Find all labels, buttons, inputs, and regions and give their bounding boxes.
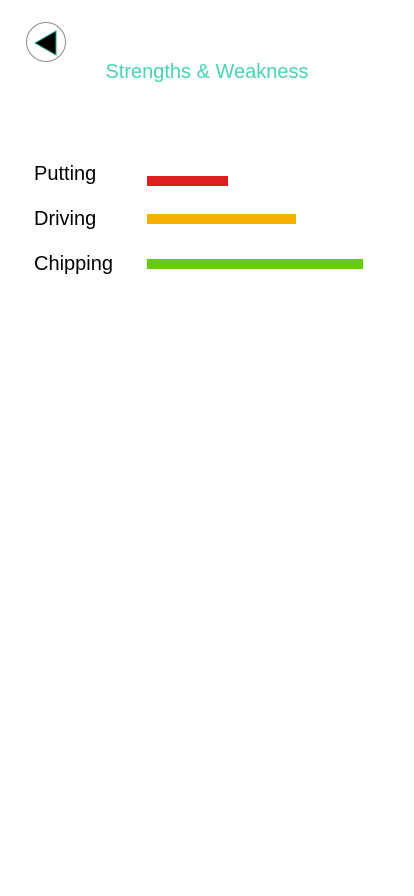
back-button[interactable]: [26, 22, 66, 62]
page-title: Strengths & Weakness: [105, 61, 309, 83]
skill-row-driving: Driving: [34, 206, 394, 232]
skill-label: Driving: [34, 208, 97, 230]
back-arrow-icon: [33, 30, 57, 56]
skill-bar-putting: [147, 176, 228, 186]
skill-bar-track: [147, 259, 363, 269]
skill-label: Chipping: [34, 253, 113, 275]
skill-bar-track: [147, 176, 363, 186]
skill-bar-track: [147, 214, 363, 224]
skill-bar-chipping: [147, 259, 363, 269]
skill-row-chipping: Chipping: [34, 251, 394, 277]
skill-row-putting: Putting: [34, 161, 394, 187]
skill-bar-driving: [147, 214, 296, 224]
skill-label: Putting: [34, 163, 97, 185]
